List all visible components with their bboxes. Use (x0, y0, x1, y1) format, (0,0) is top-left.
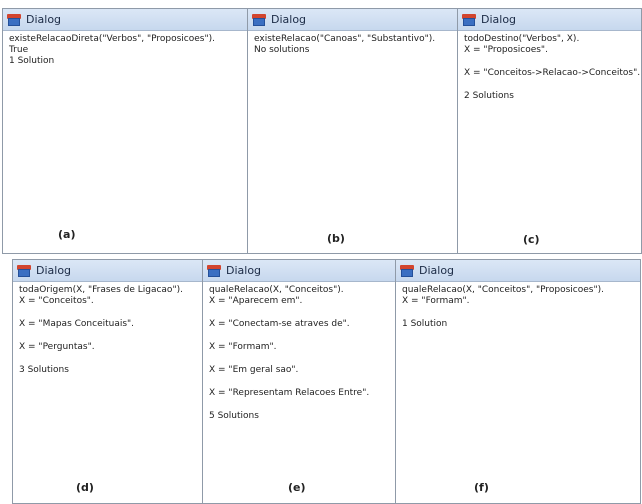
query-line: qualeRelacao(X, "Conceitos", "Proposicoe… (402, 285, 604, 295)
dialog-window-icon (462, 13, 476, 26)
dialog-title: Dialog (481, 13, 517, 26)
dialog-output: qualeRelacao(X, "Conceitos", "Proposicoe… (396, 282, 640, 333)
panel-label-d: (d) (76, 481, 94, 494)
panel-label-f: (f) (474, 481, 489, 494)
panel-label-a: (a) (58, 228, 76, 241)
dialog-window-c: Dialog todoDestino("Verbos", X). X = "Pr… (457, 8, 642, 254)
dialog-title: Dialog (271, 13, 307, 26)
dialog-title: Dialog (226, 264, 262, 277)
dialog-title: Dialog (26, 13, 62, 26)
panel-label-b: (b) (327, 232, 345, 245)
panel-label-c: (c) (523, 233, 540, 246)
result-line: X = "Perguntas". (19, 342, 95, 352)
dialog-window-d: Dialog todaOrigem(X, "Frases de Ligacao"… (12, 259, 204, 504)
dialog-window-icon (207, 264, 221, 277)
solutions-count: 1 Solution (402, 319, 448, 329)
dialog-titlebar[interactable]: Dialog (203, 260, 396, 282)
dialog-window-b: Dialog existeRelacao("Canoas", "Substant… (247, 8, 459, 254)
dialog-titlebar[interactable]: Dialog (13, 260, 203, 282)
dialog-output: existeRelacao("Canoas", "Substantivo"). … (248, 31, 458, 59)
dialog-output: todaOrigem(X, "Frases de Ligacao"). X = … (13, 282, 203, 379)
dialog-window-icon (7, 13, 21, 26)
result-line: X = "Aparecem em". (209, 296, 303, 306)
dialog-output: existeRelacaoDireta("Verbos", "Proposico… (3, 31, 247, 70)
dialog-titlebar[interactable]: Dialog (3, 9, 247, 31)
result-line: X = "Representam Relacoes Entre". (209, 388, 370, 398)
dialog-titlebar[interactable]: Dialog (396, 260, 640, 282)
result-line: X = "Conceitos->Relacao->Conceitos". (464, 68, 641, 78)
result-line: X = "Formam". (209, 342, 277, 352)
dialog-output: qualeRelacao(X, "Conceitos"). X = "Apare… (203, 282, 396, 425)
solutions-count: No solutions (254, 45, 310, 55)
result-line: X = "Mapas Conceituais". (19, 319, 135, 329)
dialog-window-f: Dialog qualeRelacao(X, "Conceitos", "Pro… (395, 259, 641, 504)
dialog-window-icon (252, 13, 266, 26)
dialog-window-e: Dialog qualeRelacao(X, "Conceitos"). X =… (202, 259, 397, 504)
result-line: X = "Formam". (402, 296, 470, 306)
result-line: True (9, 45, 29, 55)
result-line: X = "Proposicoes". (464, 45, 548, 55)
result-line: X = "Em geral sao". (209, 365, 299, 375)
dialog-title: Dialog (419, 264, 455, 277)
dialog-window-icon (400, 264, 414, 277)
result-line: X = "Conceitos". (19, 296, 94, 306)
query-line: qualeRelacao(X, "Conceitos"). (209, 285, 344, 295)
query-line: existeRelacaoDireta("Verbos", "Proposico… (9, 34, 215, 44)
dialog-title: Dialog (36, 264, 72, 277)
solutions-count: 2 Solutions (464, 91, 514, 101)
dialog-window-a: Dialog existeRelacaoDireta("Verbos", "Pr… (2, 8, 248, 254)
query-line: existeRelacao("Canoas", "Substantivo"). (254, 34, 436, 44)
result-line: X = "Conectam-se atraves de". (209, 319, 350, 329)
solutions-count: 3 Solutions (19, 365, 69, 375)
query-line: todoDestino("Verbos", X). (464, 34, 580, 44)
dialog-titlebar[interactable]: Dialog (458, 9, 641, 31)
panel-label-e: (e) (288, 481, 306, 494)
solutions-count: 1 Solution (9, 56, 55, 66)
solutions-count: 5 Solutions (209, 411, 259, 421)
dialog-output: todoDestino("Verbos", X). X = "Proposico… (458, 31, 641, 105)
dialog-window-icon (17, 264, 31, 277)
query-line: todaOrigem(X, "Frases de Ligacao"). (19, 285, 183, 295)
dialog-titlebar[interactable]: Dialog (248, 9, 458, 31)
